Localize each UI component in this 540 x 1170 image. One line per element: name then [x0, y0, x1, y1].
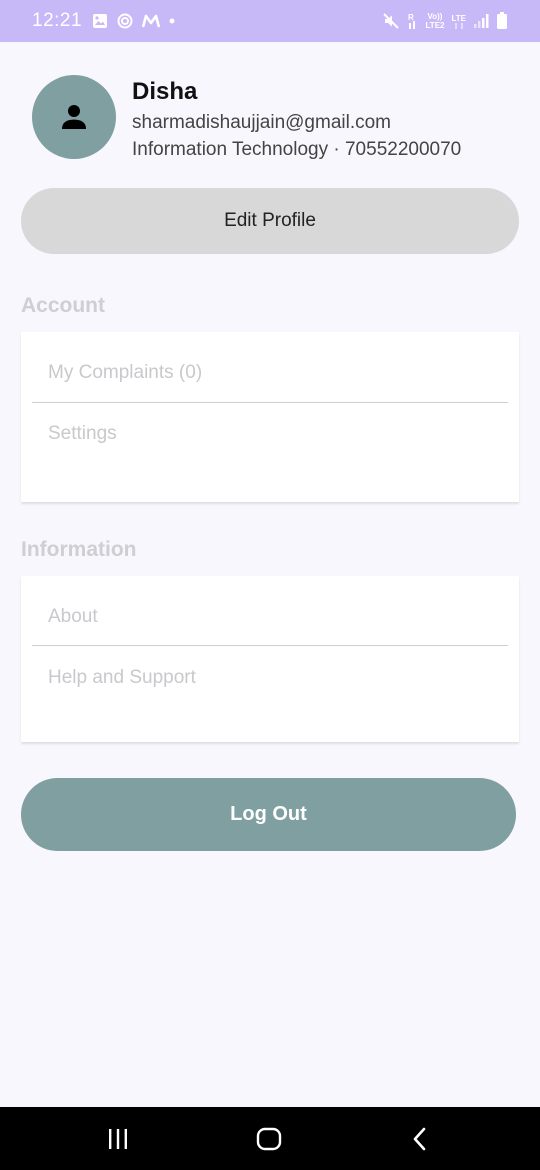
- about-item[interactable]: About: [48, 606, 98, 628]
- logout-button[interactable]: Log Out: [21, 778, 516, 851]
- profile-name: Disha: [132, 78, 198, 105]
- signal-icon: [473, 13, 489, 29]
- dot-icon: [169, 18, 175, 24]
- mute-icon: [382, 12, 400, 30]
- divider: [32, 645, 508, 646]
- battery-icon: [496, 12, 508, 30]
- home-icon[interactable]: [254, 1125, 284, 1153]
- m-app-icon: [142, 14, 161, 28]
- volte-icon: Vo)) LTE2: [425, 12, 445, 30]
- information-section-title: Information: [21, 538, 137, 561]
- status-time: 12:21: [32, 10, 83, 31]
- recent-apps-icon[interactable]: [103, 1125, 133, 1153]
- back-icon[interactable]: [405, 1125, 435, 1153]
- profile-email: sharmadishaujjain@gmail.com: [132, 112, 392, 133]
- account-card: My Complaints (0) Settings: [21, 332, 519, 502]
- status-right-icons: R Vo)) LTE2 LTE: [382, 12, 508, 30]
- status-left-icons: [92, 13, 175, 29]
- information-card: About Help and Support: [21, 576, 519, 742]
- settings-item[interactable]: Settings: [48, 423, 117, 445]
- network-type: LTE: [451, 14, 466, 29]
- swirl-app-icon: [117, 13, 133, 29]
- signal-r-icon: R: [407, 12, 419, 30]
- my-complaints-item[interactable]: My Complaints (0): [48, 362, 202, 384]
- avatar: [32, 75, 116, 159]
- person-icon: [62, 105, 86, 129]
- divider: [32, 402, 508, 403]
- edit-profile-button[interactable]: Edit Profile: [21, 188, 519, 254]
- help-and-support-item[interactable]: Help and Support: [48, 667, 196, 689]
- profile-department-phone: Information Technology · 70552200070: [132, 139, 462, 160]
- svg-text:R: R: [408, 13, 414, 22]
- account-section-title: Account: [21, 294, 105, 317]
- status-bar: 12:21 R Vo)) LTE2 LTE: [0, 0, 540, 42]
- profile-header: Disha sharmadishaujjain@gmail.com Inform…: [32, 75, 522, 163]
- gallery-icon: [92, 13, 108, 29]
- navigation-bar: [0, 1107, 540, 1170]
